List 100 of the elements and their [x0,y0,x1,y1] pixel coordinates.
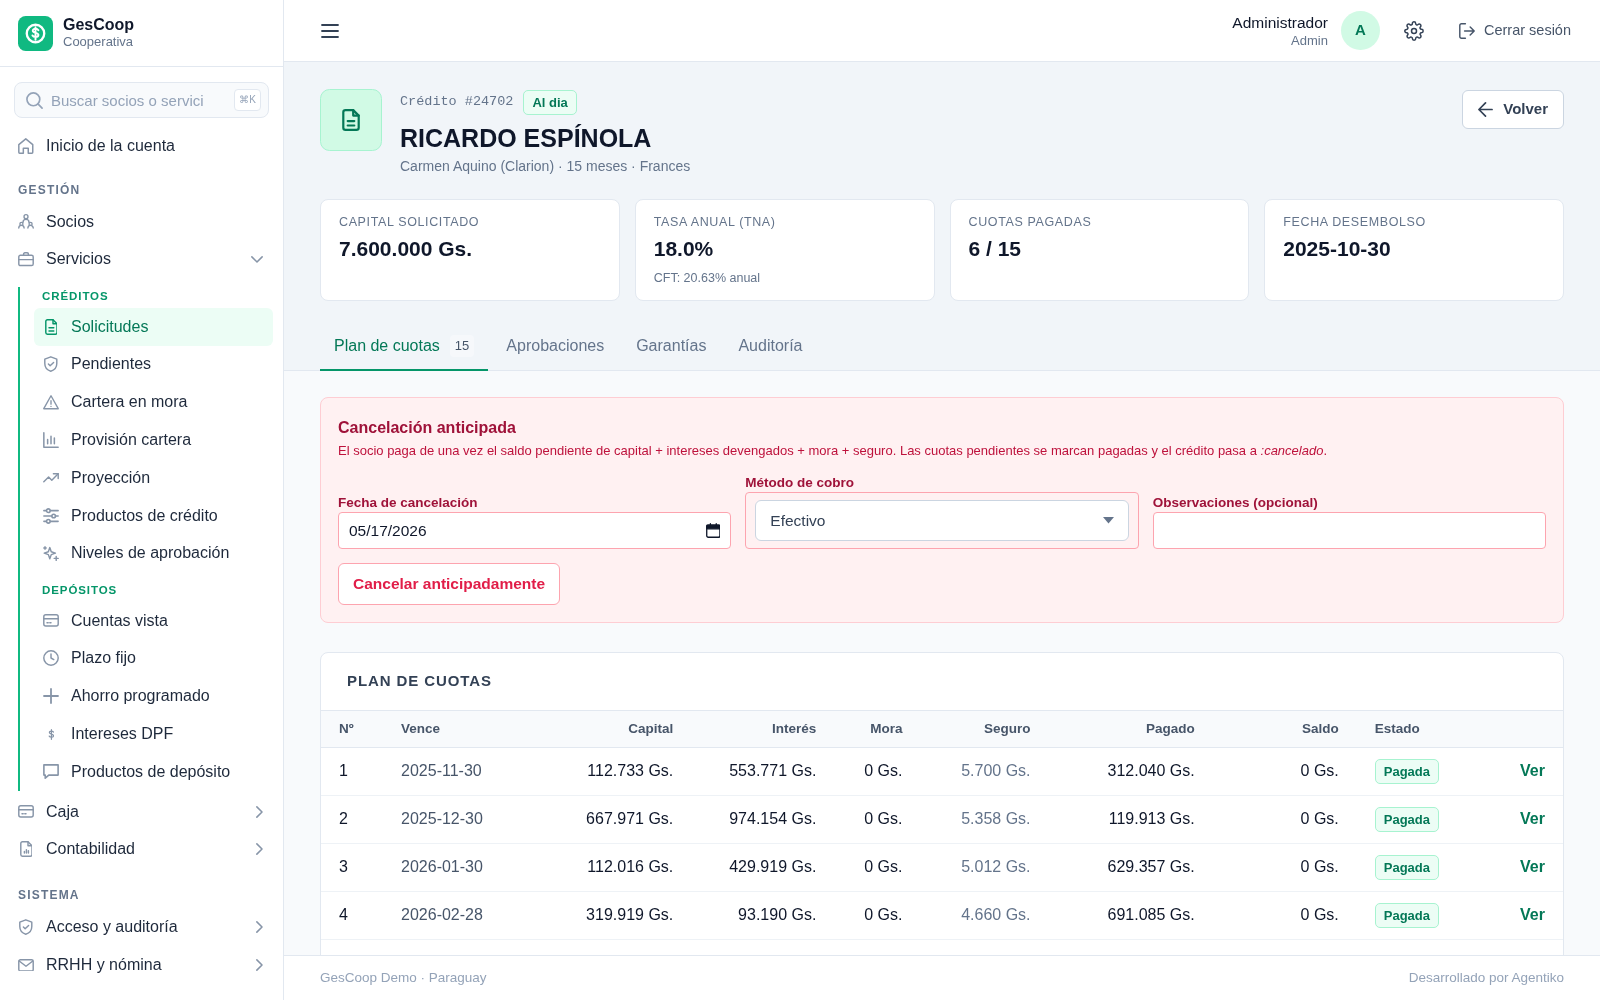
table-cell: 5.700 Gs. [920,747,1049,795]
card-icon [43,614,59,628]
view-link[interactable]: Ver [1520,858,1545,875]
warning-icon [43,395,59,410]
user-name: Administrador [1232,12,1328,33]
status-badge: Pagada [1374,854,1440,880]
group-label: DEPÓSITOS [42,583,119,599]
nav-item[interactable]: Caja [10,792,273,831]
table-cell: 0 Gs. [834,891,921,939]
submenu-item[interactable]: Productos de crédito [34,496,273,535]
submenu-item[interactable]: Provisión cartera [34,421,273,459]
view-link[interactable]: Ver [1520,906,1545,923]
tab[interactable]: Auditoría [724,323,817,371]
table-cell: 2026-01-30 [383,843,520,891]
table-cell: 1 [321,747,384,795]
credit-number: Crédito #24702 [400,93,514,112]
status-badge: Al dia [523,90,577,115]
nav-item[interactable]: Acceso y auditoría [10,908,273,947]
nav-item[interactable]: Inicio de la cuenta [10,127,273,165]
people-icon [18,214,34,230]
clock-icon [43,650,59,667]
card-icon [18,805,34,819]
table-cell: 691.085 Gs. [1048,891,1213,939]
sparkle-icon [43,545,59,562]
nav-item[interactable]: Contabilidad [10,830,273,869]
table-cell: 0 Gs. [1212,795,1357,843]
table-cell: 119.913 Gs. [1048,795,1213,843]
table-cell: 2 [321,795,384,843]
status-badge: Pagada [1374,758,1440,784]
stat-value: 2025-10-30 [1283,236,1392,262]
table-cell: 0 Gs. [834,795,921,843]
date-field[interactable]: 05/17/2026 [338,512,732,549]
caret-down-icon [1102,517,1114,524]
submenu-item[interactable]: Proyección [34,458,273,497]
stat-note: CFT: 20.63% anual [653,270,762,287]
column-header: Nº [321,711,384,747]
nav-item[interactable]: Servicios [10,240,273,279]
calendar-icon [705,523,721,538]
plus-icon [43,688,59,705]
tab[interactable]: Aprobaciones [492,323,619,371]
table-cell: 0 Gs. [834,843,921,891]
table-cell: 2026-02-28 [383,891,520,939]
table-cell: 112.016 Gs. [519,843,692,891]
status-badge: Pagada [1374,806,1440,832]
chat-bubble-icon [43,764,59,780]
submenu-item[interactable]: Pendientes [34,345,273,384]
table-cell: 2025-11-30 [383,747,520,795]
view-link[interactable]: Ver [1520,762,1545,779]
table-cell: 5.012 Gs. [920,843,1049,891]
field-label: Método de cobro [745,474,856,492]
table-cell: 2025-12-30 [383,795,520,843]
footer-text: GesCoop Demo · Paraguay [320,968,487,987]
table-cell: 429.919 Gs. [691,843,835,891]
shield-check-icon [44,356,58,373]
column-header: Vence [383,711,520,747]
logout-button[interactable]: Cerrar sesión [1450,11,1579,50]
text-field[interactable] [1152,512,1546,549]
document-icon [44,318,58,335]
dollar-icon [47,728,55,740]
submenu-item[interactable]: Niveles de aprobación [34,534,273,573]
submenu-item[interactable]: Cartera en mora [34,383,273,422]
view-link[interactable]: Ver [1520,810,1545,827]
table-title: PLAN DE CUOTAS [347,671,492,692]
column-header: Capital [519,711,692,747]
cancel-button[interactable]: Cancelar anticipadamente [338,563,561,605]
stat-value: 18.0% [653,236,715,262]
table-cell: 93.190 Gs. [691,891,835,939]
submenu-item[interactable]: Plazo fijo [34,639,273,678]
status-badge: Pagada [1374,902,1440,928]
avatar: A [1340,11,1380,50]
nav-item[interactable]: RRHH y nómina [10,946,273,984]
table-cell: 319.919 Gs. [519,891,692,939]
table-cell: 312.040 Gs. [1048,747,1213,795]
stat-value: 7.600.000 Gs. [339,236,474,262]
shortcut-key: ⌘K [234,89,261,111]
stat-label: TASA ANUAL (TNA) [653,214,777,231]
tab[interactable]: Garantías [622,323,721,371]
home-icon [18,137,34,154]
back-button[interactable]: Volver [1462,90,1564,129]
group-label: CRÉDITOS [42,289,110,305]
table-cell: 0 Gs. [834,747,921,795]
submenu-item[interactable]: Ahorro programado [34,677,273,716]
submenu-item[interactable]: Solicitudes [34,307,273,346]
brand-tagline: Cooperativa [63,34,135,50]
section-label: GESTIÓN [18,181,82,199]
nav-item[interactable]: Socios [10,202,273,241]
field-label: Fecha de cancelación [338,494,479,512]
submenu-item[interactable]: Cuentas vista [34,601,273,640]
logout-icon [1458,22,1475,39]
table-cell: 4 [321,891,384,939]
table-cell: 5.358 Gs. [920,795,1049,843]
stat-label: FECHA DESEMBOLSO [1283,214,1427,231]
submenu-item[interactable]: Intereses DPF [34,715,273,753]
bar-chart-icon [43,432,59,449]
table-cell: 0 Gs. [1212,891,1357,939]
select-field[interactable]: Efectivo [755,500,1129,541]
submenu-item[interactable]: Productos de depósito [34,752,273,791]
column-header: Interés [691,711,835,747]
column-header: Estado [1356,711,1470,747]
stat-label: CUOTAS PAGADAS [968,214,1093,231]
